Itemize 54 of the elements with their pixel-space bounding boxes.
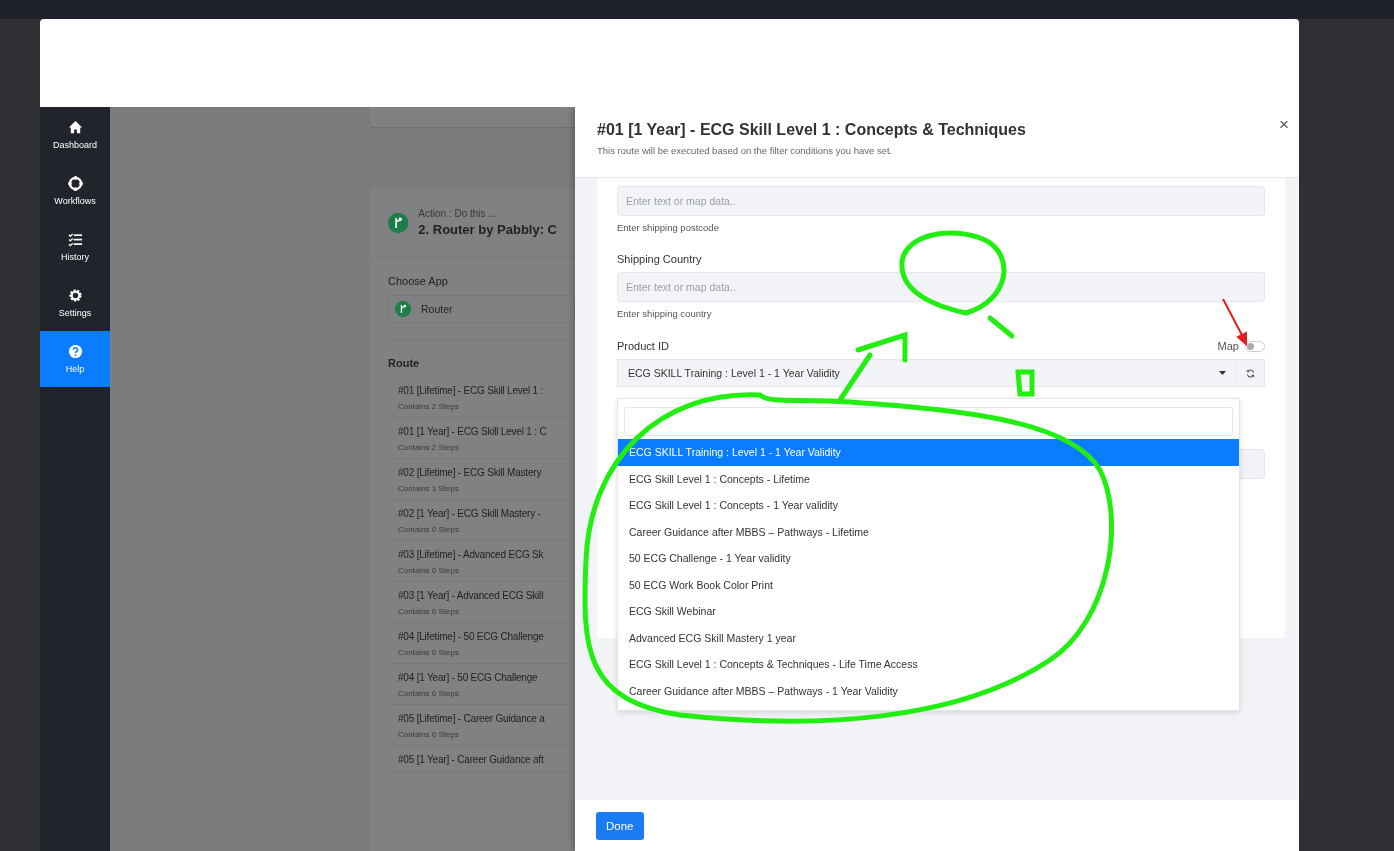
section-label: Route — [388, 357, 421, 369]
input-field[interactable]: Enter text or map data.. — [617, 272, 1265, 302]
product-select[interactable]: ECG SKILL Training : Level 1 - 1 Year Validity — [617, 359, 1237, 387]
sidebar-item[interactable]: Workflows — [40, 163, 110, 219]
route-title[interactable]: #03 [Lifetime] - Advanced ECG Sk — [398, 549, 544, 560]
route-title[interactable]: #05 [Lifetime] - Career Guidance a — [398, 713, 545, 724]
action-label: Action : Do this ... — [418, 208, 498, 219]
refresh-icon — [1246, 368, 1255, 378]
field-hint: Enter shipping postcode — [617, 222, 720, 233]
refresh-button[interactable] — [1237, 359, 1265, 387]
settings-icon — [67, 288, 83, 303]
dropdown-option[interactable]: 50 ECG Challenge - 1 Year validity — [618, 545, 1239, 572]
app-name: Router — [421, 303, 453, 315]
dropdown-option[interactable]: 50 ECG Work Book Color Print — [618, 571, 1239, 598]
dropdown-option[interactable]: ECG Skill Level 1 : Concepts & Techniques - Life Time Access — [618, 651, 1239, 678]
dropdown-option[interactable]: ECG Skill Level 1 : Concepts - 1 Year validity — [618, 492, 1239, 519]
panel-title: #01 [1 Year] - ECG Skill Level 1 : Concepts & Techniques — [597, 121, 1027, 139]
route-steps: Contains 2 Steps — [398, 402, 459, 411]
field-label: Shipping Country — [617, 253, 703, 265]
route-title[interactable]: #01 [Lifetime] - ECG Skill Level 1 : — [398, 385, 544, 396]
help-icon — [67, 344, 83, 359]
sidebar-item[interactable]: Dashboard — [40, 107, 110, 163]
router-icon — [395, 301, 411, 317]
route-title[interactable]: #01 [1 Year] - ECG Skill Level 1 : C — [398, 426, 547, 437]
sidebar-item[interactable]: History — [40, 219, 110, 275]
step-title: 2. Router by Pabbly: C — [418, 222, 557, 237]
app-select[interactable]: Router — [388, 295, 575, 323]
route-title[interactable]: #03 [1 Year] - Advanced ECG Skill — [398, 590, 544, 601]
field-label: Choose App — [388, 275, 449, 287]
field-hint: Enter shipping country — [617, 308, 713, 319]
panel-subtitle: This route will be executed based on the filter conditions you have set. — [597, 145, 894, 156]
done-button[interactable]: Done — [596, 811, 644, 840]
map-label: Map — [1217, 340, 1239, 352]
dropdown-option[interactable]: Career Guidance after MBBS – Pathways - Lifetime — [618, 518, 1239, 545]
dropdown-option[interactable]: Advanced ECG Skill Mastery 1 year — [618, 624, 1239, 651]
workflow-icon — [67, 176, 83, 191]
route-title[interactable]: #02 [1 Year] - ECG Skill Mastery - — [398, 508, 541, 519]
search-field[interactable] — [624, 407, 1233, 436]
dropdown-option[interactable]: ECG SKILL Training : Level 1 - 1 Year Validity — [618, 439, 1239, 466]
route-title[interactable]: #04 [Lifetime] - 50 ECG Challenge — [398, 631, 544, 642]
history-icon — [67, 232, 83, 247]
caret-icon — [1219, 371, 1226, 375]
route-steps: Contains 2 Steps — [398, 443, 459, 452]
route-title[interactable]: #05 [1 Year] - Career Guidance aft — [398, 754, 544, 765]
input-field[interactable]: Enter text or map data.. — [617, 186, 1265, 216]
home-icon — [67, 120, 83, 135]
dropdown-option[interactable]: ECG Skill Webinar — [618, 598, 1239, 625]
field-label: Product ID — [617, 340, 669, 352]
route-title[interactable]: #04 [1 Year] - 50 ECG Challenge — [398, 672, 538, 683]
sidebar-item[interactable]: Settings — [40, 275, 110, 331]
dropdown-option[interactable]: ECG Skill Level 1 : Concepts - Lifetime — [618, 465, 1239, 492]
sidebar-item[interactable]: Help — [40, 331, 110, 387]
close-button[interactable]: × — [1279, 115, 1289, 135]
route-title[interactable]: #02 [Lifetime] - ECG Skill Mastery — [398, 467, 542, 478]
